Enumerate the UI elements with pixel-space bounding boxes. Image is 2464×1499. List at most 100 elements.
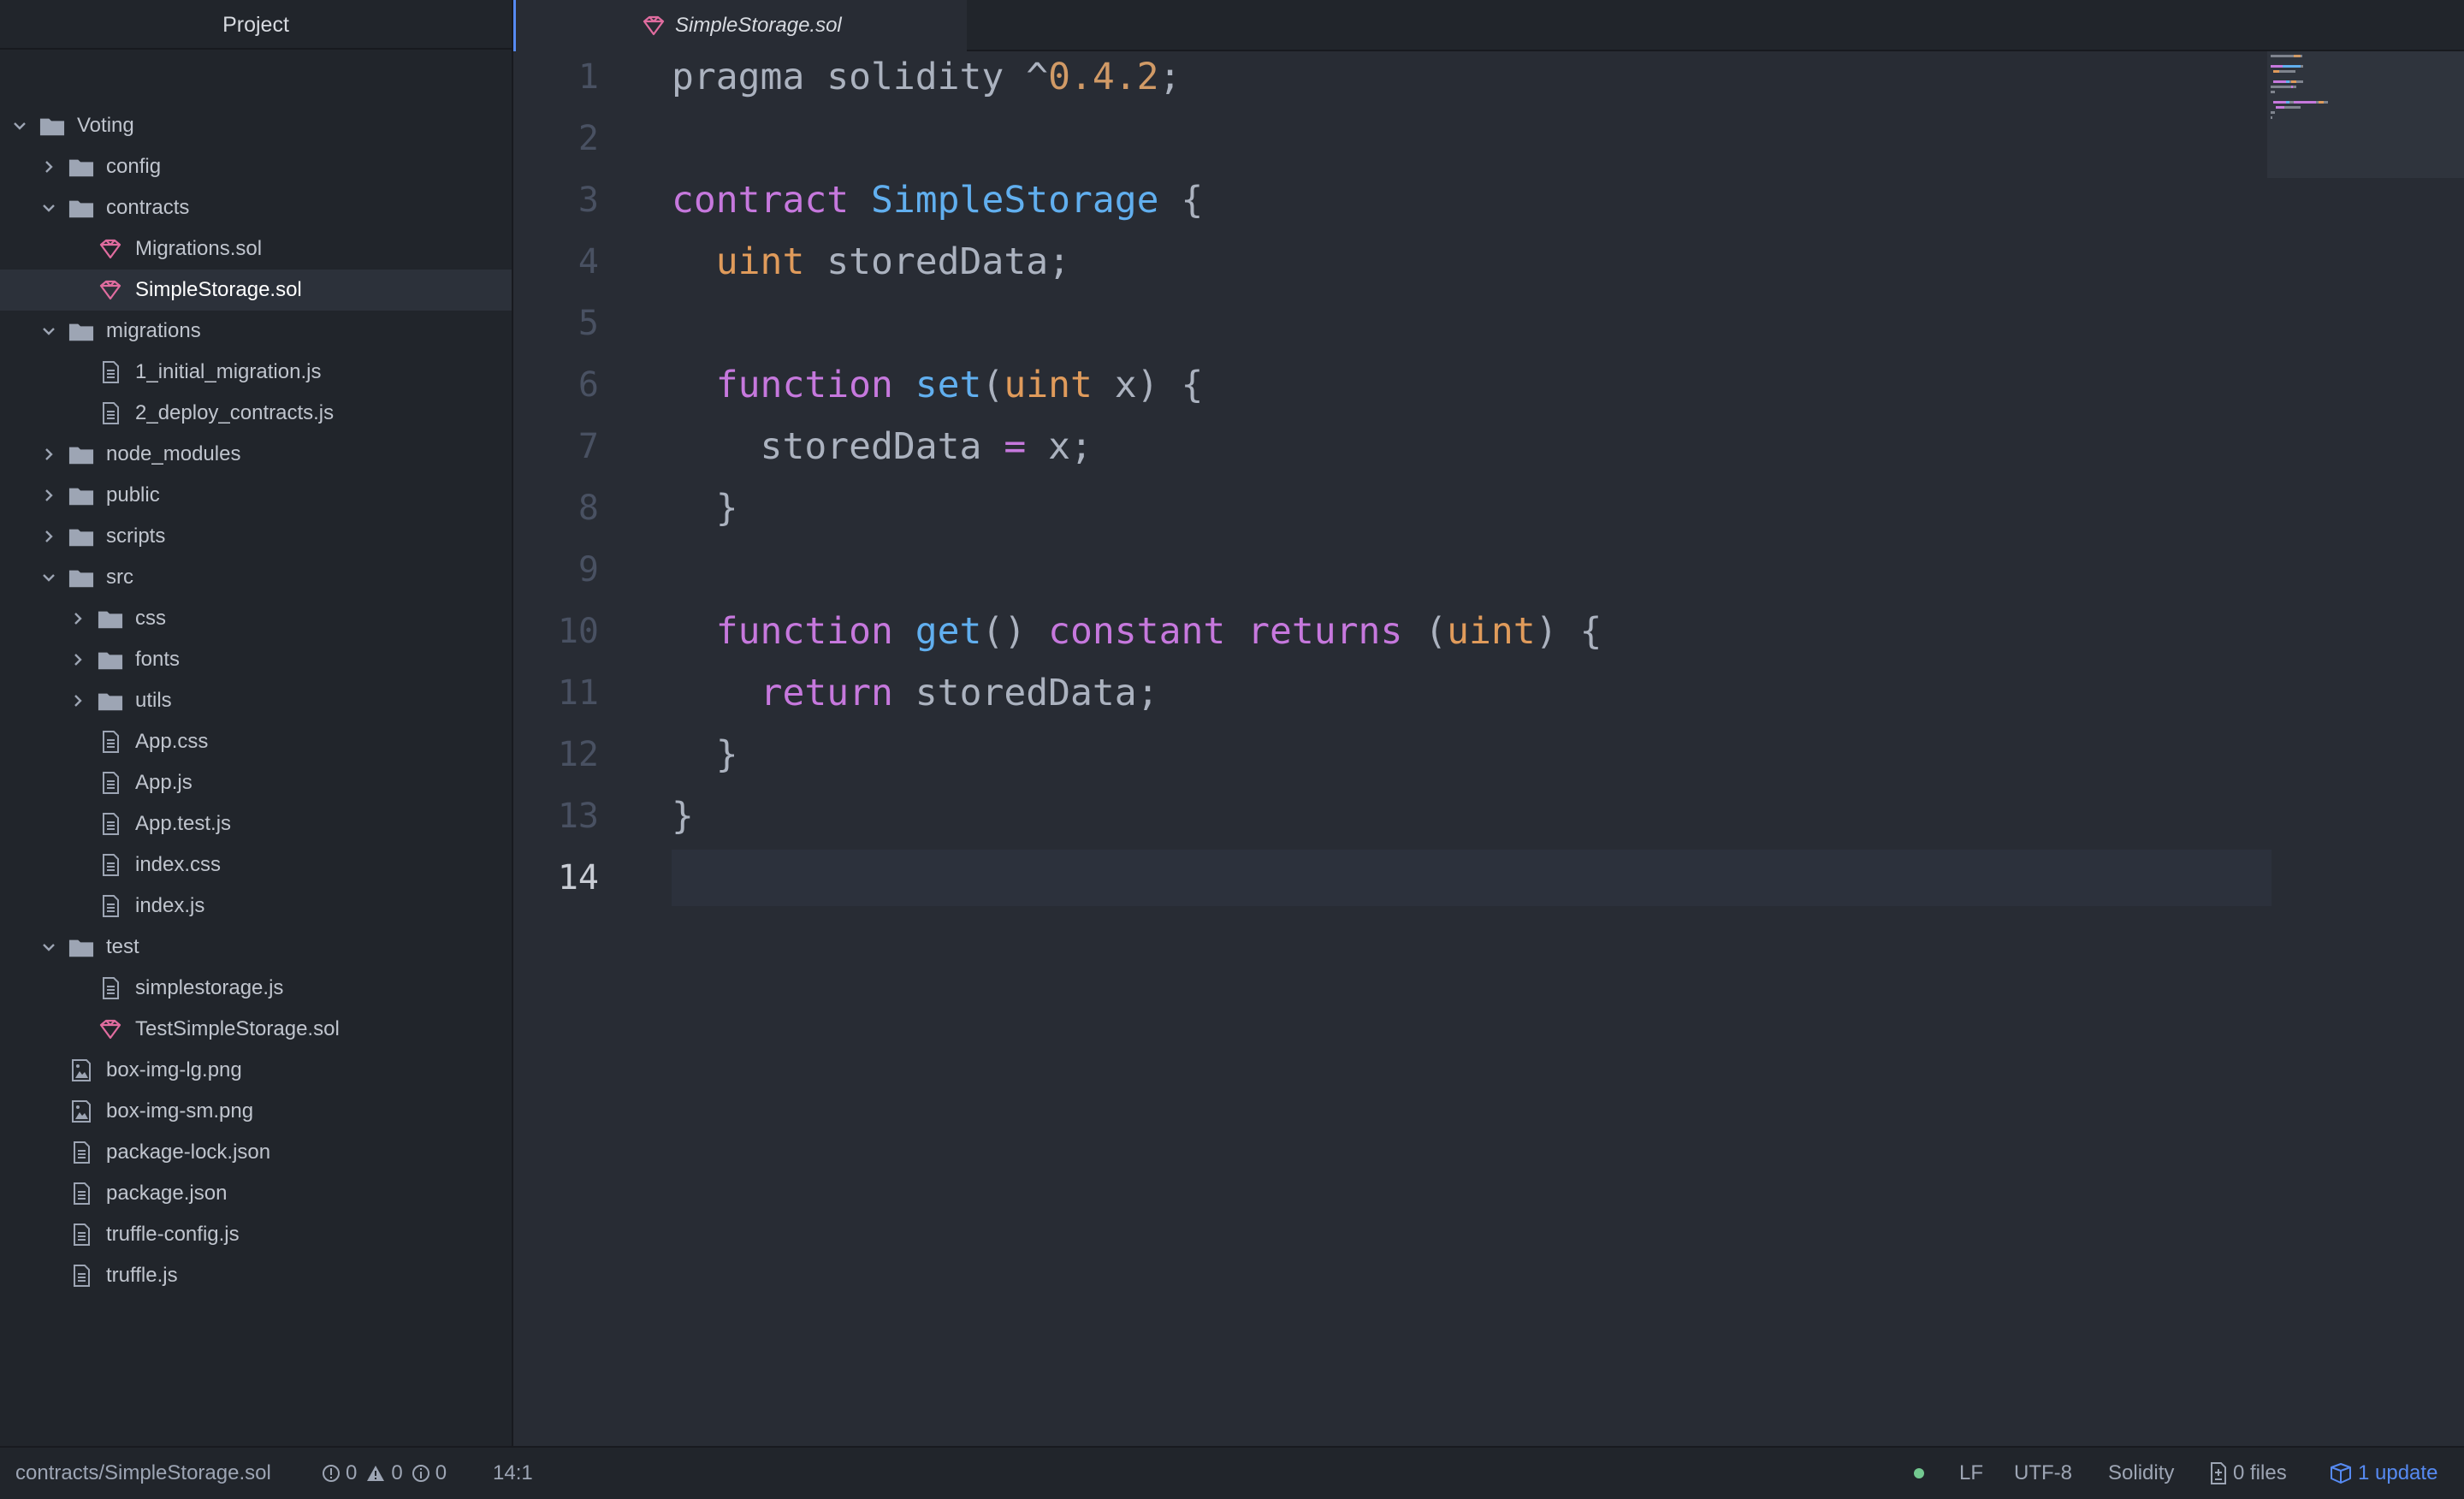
tree-file[interactable]: Migrations.sol	[0, 228, 512, 270]
code-line[interactable]: storedData = x;	[672, 418, 2272, 475]
tree-item-label: package.json	[106, 1182, 228, 1205]
tree-folder[interactable]: public	[0, 475, 512, 516]
file-icon	[98, 731, 123, 753]
code-line[interactable]: }	[672, 788, 2272, 844]
code-line[interactable]	[672, 850, 2272, 906]
minimap[interactable]	[2267, 51, 2464, 178]
chevron-down-icon[interactable]	[10, 116, 29, 135]
tree-file[interactable]: package.json	[0, 1173, 512, 1214]
minimap-token	[2271, 55, 2295, 57]
tree-folder[interactable]: test	[0, 927, 512, 968]
status-dot-icon	[1913, 1448, 1930, 1499]
tree-file[interactable]: simplestorage.js	[0, 968, 512, 1009]
chevron-down-icon[interactable]	[39, 568, 58, 587]
code-line[interactable]: }	[672, 480, 2272, 536]
code-line[interactable]	[672, 542, 2272, 598]
encoding-selector[interactable]: UTF-8	[2014, 1448, 2072, 1499]
solidity-icon	[641, 15, 666, 37]
image-file-icon	[68, 1059, 94, 1081]
line-number: 8	[578, 489, 599, 528]
git-files-label: 0 files	[2233, 1461, 2287, 1484]
tree-folder[interactable]: node_modules	[0, 434, 512, 475]
tree-file[interactable]: package-lock.json	[0, 1132, 512, 1173]
tree-file[interactable]: App.test.js	[0, 803, 512, 844]
folder-icon	[68, 936, 94, 958]
line-ending-selector[interactable]: LF	[1959, 1448, 1983, 1499]
tree-folder[interactable]: css	[0, 598, 512, 639]
tree-folder[interactable]: migrations	[0, 311, 512, 352]
chevron-down-icon[interactable]	[39, 322, 58, 341]
tree-file[interactable]: 2_deploy_contracts.js	[0, 393, 512, 434]
line-number: 5	[578, 304, 599, 343]
tree-file[interactable]: App.js	[0, 762, 512, 803]
error-icon	[323, 1465, 340, 1482]
tree-folder[interactable]: Voting	[0, 105, 512, 146]
tree-file[interactable]: 1_initial_migration.js	[0, 352, 512, 393]
code-line[interactable]	[672, 295, 2272, 352]
chevron-right-icon[interactable]	[39, 527, 58, 546]
chevron-right-icon[interactable]	[39, 157, 58, 176]
status-file-path[interactable]: contracts/SimpleStorage.sol	[15, 1448, 271, 1499]
tree-folder[interactable]: contracts	[0, 187, 512, 228]
tree-file[interactable]: App.css	[0, 721, 512, 762]
tree-folder[interactable]: utils	[0, 680, 512, 721]
code-line[interactable]: pragma solidity ^0.4.2;	[672, 49, 2272, 105]
code-token: function	[715, 610, 915, 653]
warning-count: 0	[391, 1461, 403, 1484]
tree-item-label: 1_initial_migration.js	[135, 360, 322, 383]
code-line[interactable]: uint storedData;	[672, 234, 2272, 290]
code-token: (	[1402, 610, 1448, 653]
tree-file[interactable]: box-img-sm.png	[0, 1091, 512, 1132]
chevron-right-icon[interactable]	[68, 691, 87, 710]
code-line[interactable]: function set(uint x) {	[672, 357, 2272, 413]
line-number: 3	[578, 181, 599, 220]
git-files-status[interactable]: 0 files	[2209, 1448, 2287, 1499]
tree-folder[interactable]: config	[0, 146, 512, 187]
chevron-down-icon[interactable]	[39, 198, 58, 217]
diagnostics-summary[interactable]: 0 0 0	[322, 1448, 447, 1499]
cursor-position[interactable]: 14:1	[493, 1448, 533, 1499]
tree-file[interactable]: SimpleStorage.sol	[0, 270, 512, 311]
code-line[interactable]: function get() constant returns (uint) {	[672, 603, 2272, 660]
chevron-right-icon[interactable]	[68, 650, 87, 669]
tree-folder[interactable]: src	[0, 557, 512, 598]
text-editor[interactable]: 1 2 3 4 5 6 7 8 9 10 11 12 13 14 pragma solidity ^0.4…	[513, 51, 2464, 1446]
solidity-icon	[98, 238, 123, 260]
tree-item-label: App.test.js	[135, 812, 232, 835]
line-number: 11	[557, 673, 599, 713]
chevron-right-icon[interactable]	[39, 486, 58, 505]
minimap-token	[2301, 65, 2304, 68]
package-updates[interactable]: 1 update	[2329, 1448, 2437, 1499]
chevron-right-icon[interactable]	[39, 445, 58, 464]
info-count: 0	[435, 1461, 447, 1484]
tree-file[interactable]: index.js	[0, 886, 512, 927]
grammar-selector[interactable]: Solidity	[2108, 1448, 2174, 1499]
tree-file[interactable]: box-img-lg.png	[0, 1050, 512, 1091]
chevron-down-icon[interactable]	[39, 938, 58, 957]
tree-file[interactable]: TestSimpleStorage.sol	[0, 1009, 512, 1050]
file-icon	[68, 1141, 94, 1164]
code-token: }	[672, 733, 738, 776]
file-icon	[98, 361, 123, 383]
tree-file[interactable]: truffle.js	[0, 1255, 512, 1296]
tree-file[interactable]: index.css	[0, 844, 512, 886]
folder-icon	[98, 649, 123, 671]
code-line[interactable]: }	[672, 726, 2272, 783]
code-token: uint	[715, 240, 805, 283]
code-line[interactable]: return storedData;	[672, 665, 2272, 721]
tree-folder[interactable]: scripts	[0, 516, 512, 557]
tree-file[interactable]: truffle-config.js	[0, 1214, 512, 1255]
code-line[interactable]	[672, 110, 2272, 167]
code-token: =	[1004, 425, 1027, 468]
code-token: uint	[1004, 364, 1093, 406]
code-line[interactable]: contract SimpleStorage {	[672, 172, 2272, 228]
chevron-right-icon[interactable]	[68, 609, 87, 628]
tree-folder[interactable]: fonts	[0, 639, 512, 680]
tab-simplestorage-sol[interactable]: SimpleStorage.sol	[513, 0, 967, 51]
